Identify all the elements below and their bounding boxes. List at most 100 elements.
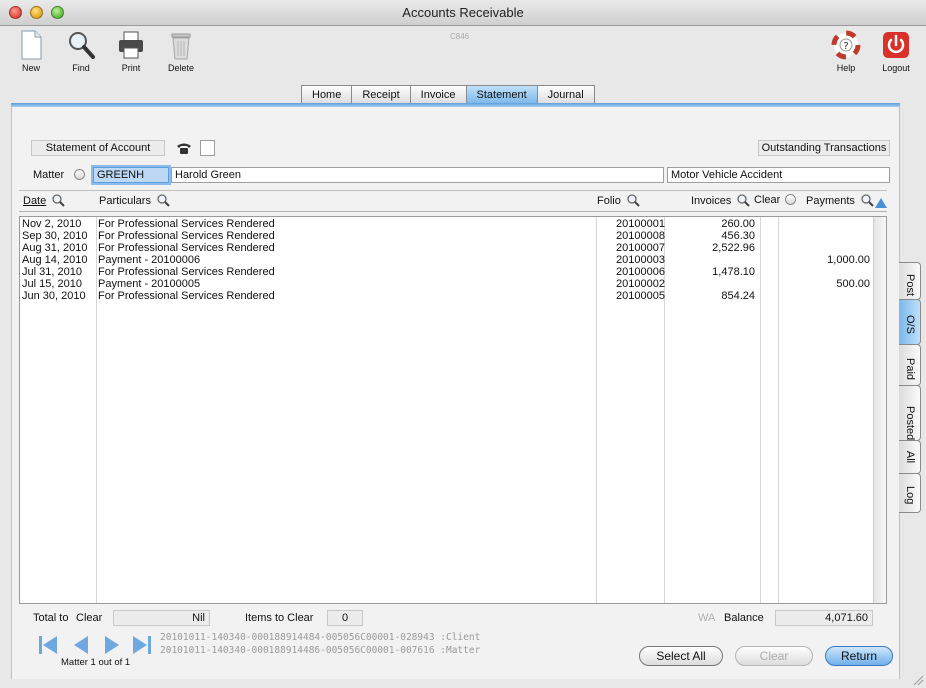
side-tabs: Post O/S Paid Posted All Log — [899, 262, 921, 513]
logout-button[interactable]: Logout — [871, 29, 921, 73]
folio-cell: 20100008 — [616, 230, 665, 242]
table-row[interactable]: Jul 15, 2010 Payment - 20100005 20100002 50… — [20, 278, 875, 290]
trash-icon — [171, 33, 191, 60]
matter-code-field[interactable]: GREENH — [93, 167, 169, 183]
table-row[interactable]: Jun 30, 2010 For Professional Services Re… — [20, 290, 875, 302]
tab-receipt[interactable]: Receipt — [351, 85, 411, 104]
date-search-icon[interactable] — [52, 194, 66, 207]
invoices-cell: 456.30 — [721, 230, 755, 242]
column-particulars[interactable]: Particulars — [99, 194, 170, 207]
payments-search-icon[interactable] — [861, 194, 874, 207]
last-record-icon[interactable] — [131, 634, 153, 656]
clear-button[interactable]: Clear — [735, 646, 813, 666]
side-tab-all[interactable]: All — [899, 440, 921, 474]
balance-value: 4,071.60 — [775, 610, 873, 626]
matter-radio[interactable] — [74, 169, 85, 180]
table-row[interactable]: Aug 31, 2010 For Professional Services Re… — [20, 242, 875, 254]
total-to-clear-value: Nil — [113, 610, 210, 626]
folio-header-label: Folio — [597, 195, 621, 207]
matter-label: Matter — [33, 169, 65, 181]
logout-label: Logout — [882, 63, 910, 73]
matter-id-text: 20101011-140340-000188914486-005056C0000… — [160, 645, 481, 656]
new-button[interactable]: New — [6, 29, 56, 73]
invoices-header-label: Invoices — [691, 195, 732, 207]
invoices-search-icon[interactable] — [737, 194, 751, 207]
folio-search-icon[interactable] — [627, 194, 640, 207]
invoices-cell: 260.00 — [721, 218, 755, 230]
particulars-search-icon[interactable] — [157, 194, 170, 207]
payments-cell: 1,000.00 — [827, 254, 870, 266]
side-tab-post-label: Post — [904, 274, 916, 297]
particulars-header-label: Particulars — [99, 195, 151, 207]
particulars-cell: For Professional Services Rendered — [98, 218, 275, 230]
date-cell: Aug 14, 2010 — [22, 254, 88, 266]
help-button[interactable]: ? Help — [821, 29, 871, 73]
print-button[interactable]: Print — [106, 29, 156, 73]
particulars-cell: For Professional Services Rendered — [98, 266, 275, 278]
table-row[interactable]: Sep 30, 2010 For Professional Services Re… — [20, 230, 875, 242]
print-label: Print — [121, 63, 141, 73]
payments-cell: 500.00 — [836, 278, 870, 290]
find-button[interactable]: Find — [56, 29, 106, 73]
column-invoices[interactable]: Invoices — [691, 194, 751, 207]
table-row[interactable]: Aug 14, 2010 Payment - 20100006 20100003 1,… — [20, 254, 875, 266]
tab-home[interactable]: Home — [301, 85, 353, 104]
side-tab-paid[interactable]: Paid — [899, 344, 921, 386]
tab-statement[interactable]: Statement — [465, 85, 538, 104]
toolbar: New Find Print Delete C846 ? Help Logout — [0, 26, 926, 84]
side-tab-os[interactable]: O/S — [899, 299, 921, 345]
column-date[interactable]: Date — [23, 194, 66, 207]
previous-record-icon[interactable] — [70, 634, 92, 656]
select-all-button[interactable]: Select All — [639, 646, 723, 666]
folio-cell: 20100001 — [616, 218, 665, 230]
main-tabs: Home Receipt Invoice Statement Journal — [301, 85, 595, 104]
matter-count-text: Matter 1 out of 1 — [61, 657, 131, 668]
new-label: New — [21, 63, 40, 73]
matter-description-field[interactable]: Motor Vehicle Accident — [667, 167, 890, 183]
wa-label: WA — [698, 612, 716, 624]
column-folio[interactable]: Folio — [597, 194, 640, 207]
table-row[interactable]: Nov 2, 2010 For Professional Services Ren… — [20, 218, 875, 230]
date-cell: Nov 2, 2010 — [22, 218, 82, 230]
tab-invoice[interactable]: Invoice — [409, 85, 467, 104]
side-tab-posted-label: Posted — [904, 406, 916, 441]
side-tab-log[interactable]: Log — [899, 473, 921, 513]
particulars-cell: Payment - 20100005 — [98, 278, 201, 290]
items-to-clear-value: 0 — [327, 610, 363, 626]
side-tab-posted[interactable]: Posted — [899, 385, 921, 441]
folio-cell: 20100005 — [616, 290, 665, 302]
lifebuoy-icon: ? — [831, 30, 861, 60]
clear-label: Clear — [76, 612, 103, 624]
particulars-cell: For Professional Services Rendered — [98, 290, 275, 302]
return-button[interactable]: Return — [825, 646, 893, 666]
find-label: Find — [72, 63, 90, 73]
client-name-field[interactable]: Harold Green — [171, 167, 664, 183]
first-record-icon[interactable] — [37, 634, 59, 656]
contact-box[interactable] — [200, 140, 215, 156]
folio-cell: 20100007 — [616, 242, 665, 254]
help-label: Help — [836, 63, 856, 73]
table-row[interactable]: Jul 31, 2010 For Professional Services Re… — [20, 266, 875, 278]
invoices-cell: 854.24 — [721, 290, 755, 302]
tab-journal[interactable]: Journal — [536, 85, 595, 104]
clear-all-radio[interactable] — [785, 194, 797, 205]
sort-up-icon[interactable] — [874, 197, 888, 209]
list-scrollbar[interactable] — [873, 217, 886, 603]
screen-code: C846 — [450, 32, 470, 41]
delete-button[interactable]: Delete — [156, 29, 206, 73]
delete-label: Delete — [167, 63, 194, 73]
phone-icon[interactable] — [176, 141, 192, 155]
next-record-icon[interactable] — [101, 634, 123, 656]
title-bar: Accounts Receivable — [0, 0, 926, 26]
date-cell: Aug 31, 2010 — [22, 242, 88, 254]
power-icon — [883, 32, 909, 58]
side-tab-post[interactable]: Post — [899, 262, 921, 300]
column-payments[interactable]: Payments — [806, 194, 874, 207]
date-cell: Jul 31, 2010 — [22, 266, 82, 278]
outstanding-transactions-label: Outstanding Transactions — [758, 140, 890, 156]
resize-grip-icon[interactable] — [912, 674, 924, 686]
column-clear[interactable]: Clear — [754, 194, 797, 206]
svg-text:?: ? — [843, 41, 848, 52]
printer-icon — [119, 31, 143, 59]
transactions-list[interactable]: Nov 2, 2010 For Professional Services Ren… — [19, 216, 887, 604]
